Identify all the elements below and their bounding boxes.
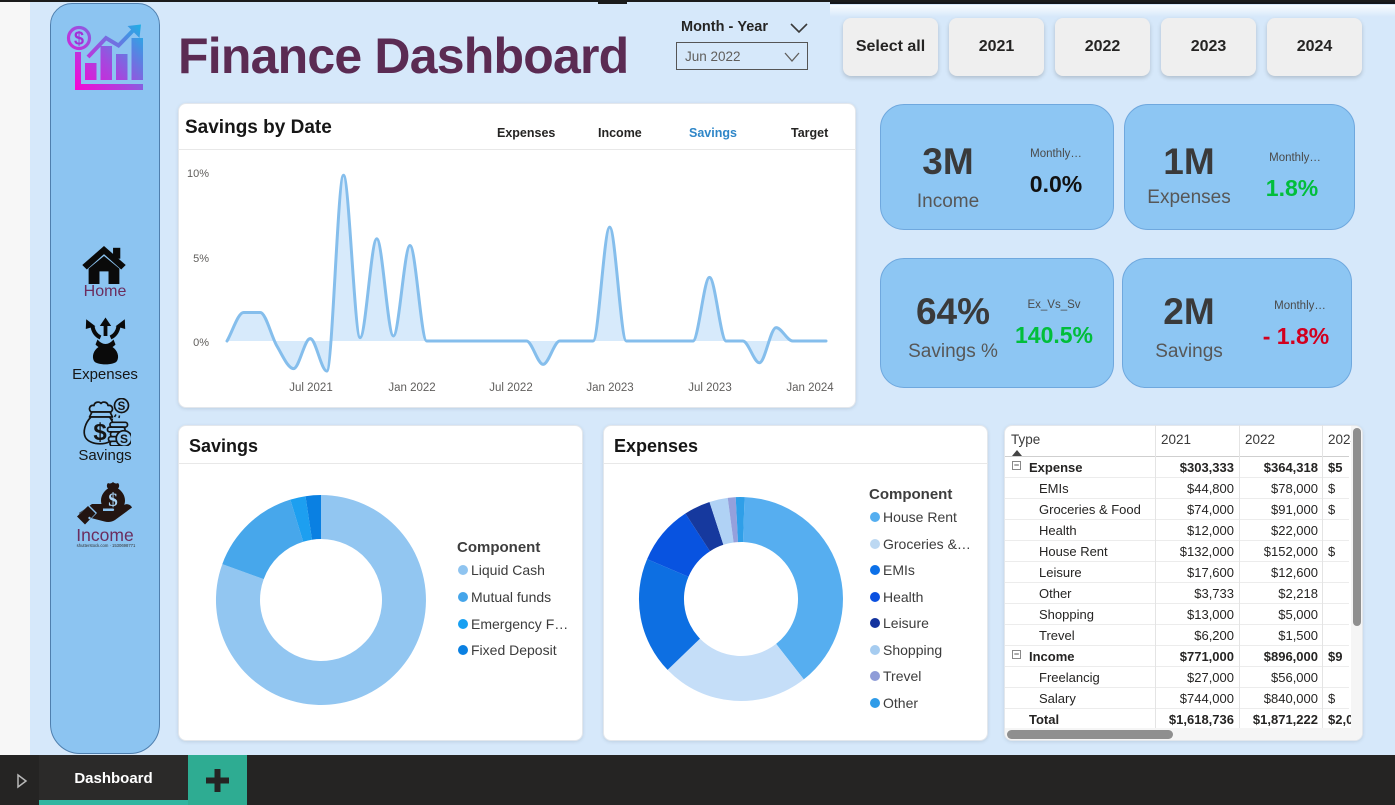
svg-text:$: $ [74,29,84,49]
svg-text:$: $ [93,419,107,446]
svg-text:S: S [118,401,126,413]
svg-text:S: S [120,432,128,446]
svg-text:$: $ [108,490,118,511]
